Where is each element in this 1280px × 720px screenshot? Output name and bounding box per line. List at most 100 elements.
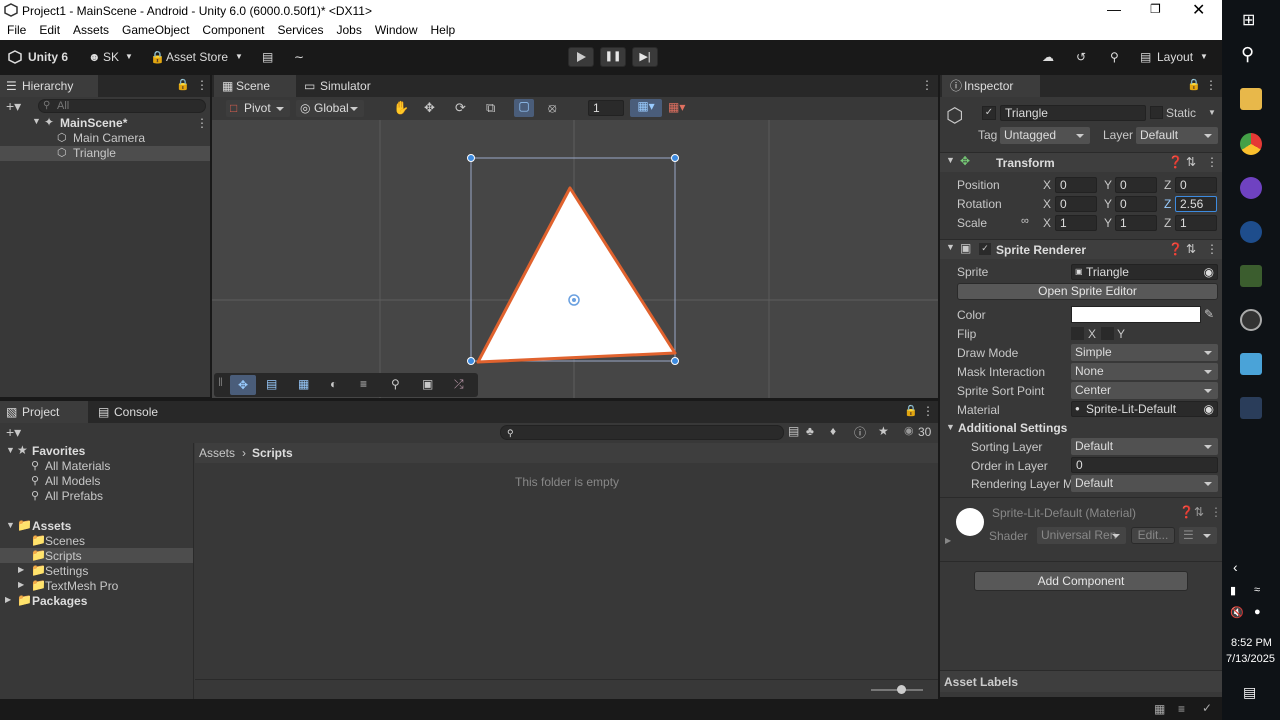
chevron-down-icon[interactable]: ▼ (6, 520, 15, 530)
lock-icon[interactable]: 🔒 (176, 78, 190, 91)
mw-app-icon[interactable] (1240, 265, 1262, 287)
folder-item[interactable]: Scripts (45, 549, 82, 563)
more-icon[interactable]: ⋮ (922, 404, 934, 418)
open-sprite-editor-button[interactable]: Open Sprite Editor (957, 283, 1218, 300)
rotation-z[interactable]: 2.56 (1175, 196, 1217, 212)
wifi-icon[interactable]: ≈ (1254, 584, 1260, 596)
email-icon[interactable] (1240, 221, 1262, 243)
file-explorer-icon[interactable] (1240, 88, 1262, 110)
flip-y-checkbox[interactable] (1101, 327, 1114, 340)
layers-icon[interactable]: ≡ (360, 377, 367, 391)
close-icon[interactable]: ✕ (1192, 0, 1205, 20)
flip-x-checkbox[interactable] (1071, 327, 1084, 340)
color-swatch[interactable] (1071, 306, 1201, 323)
chevron-down-icon[interactable]: ▼ (6, 445, 15, 455)
menu-edit[interactable]: Edit (32, 21, 66, 37)
tools-icon[interactable]: ▤ (266, 377, 277, 391)
mic-icon[interactable]: ● (1254, 606, 1261, 618)
menu-component[interactable]: Component (195, 21, 270, 37)
preset-icon[interactable]: ⇅ (1186, 242, 1196, 256)
more-icon[interactable]: ⋮ (1210, 505, 1222, 519)
folder-item[interactable]: Settings (45, 564, 88, 578)
chevron-right-icon[interactable]: ▶ (18, 580, 24, 589)
star-icon[interactable]: ★ (878, 424, 889, 438)
draw-mode-dropdown[interactable]: Simple (1071, 344, 1218, 361)
minimize-icon[interactable]: — (1107, 1, 1121, 17)
menu-services[interactable]: Services (270, 21, 329, 37)
assets-folder[interactable]: Assets (32, 519, 71, 533)
position-x[interactable]: 0 (1055, 177, 1097, 193)
account-icon[interactable]: ☻ (88, 48, 101, 66)
tab-console[interactable]: ▤ Console (92, 401, 182, 423)
chevron-left-icon[interactable]: ‹ (1233, 559, 1238, 575)
chevron-down-icon[interactable]: ▼ (1208, 108, 1216, 117)
scene-row[interactable]: ▼ ✦ MainScene* ⋮ (0, 115, 210, 131)
menu-jobs[interactable]: Jobs (329, 21, 367, 37)
folder-item[interactable]: Scenes (45, 534, 85, 548)
folder-item[interactable]: TextMesh Pro (45, 579, 118, 593)
edit-shader-button[interactable]: Edit... (1131, 527, 1175, 544)
transform-tool-icon[interactable]: ⦻ (548, 100, 557, 116)
static-checkbox[interactable] (1150, 106, 1163, 119)
global-dropdown[interactable]: ◎ Global (296, 100, 364, 117)
triangle-sprite[interactable] (476, 186, 677, 364)
help-icon[interactable]: ❓ (1168, 242, 1183, 256)
camera-icon[interactable]: ▣ (422, 377, 433, 391)
info-icon[interactable]: ⓘ (854, 424, 866, 441)
rotate-tool-icon[interactable]: ⟳ (455, 100, 466, 116)
shading-icon[interactable]: ◐ (330, 377, 337, 391)
shuffle-icon[interactable]: ⤮ (454, 377, 464, 392)
tab-project[interactable]: ▧ Project (0, 401, 88, 423)
step-button[interactable]: ▶| (632, 47, 658, 67)
position-z[interactable]: 0 (1175, 177, 1217, 193)
chevron-right-icon[interactable]: ▶ (18, 565, 24, 574)
battery-icon[interactable]: ▮ (1230, 584, 1236, 597)
grid-icon[interactable]: ▦ (298, 377, 309, 391)
list-item[interactable]: ⬡ Triangle (0, 146, 210, 161)
more-icon[interactable]: ⋮ (921, 78, 933, 92)
sorting-layer-dropdown[interactable]: Default (1071, 438, 1218, 455)
menu-file[interactable]: File (0, 21, 32, 37)
scale-x[interactable]: 1 (1055, 215, 1097, 231)
asset-labels-bar[interactable]: Asset Labels (940, 670, 1222, 692)
tab-scene[interactable]: ▦ Scene (214, 75, 296, 97)
grid-snap-icon[interactable]: ▦▾ (668, 100, 685, 114)
eye-icon[interactable]: ◉ (904, 424, 914, 437)
check-icon[interactable]: ✓ (1202, 701, 1212, 715)
hierarchy-search-input[interactable]: ⚲ All (38, 99, 206, 113)
grid-snap-input[interactable]: 1 (588, 100, 624, 116)
help-icon[interactable]: ❓ (1168, 155, 1183, 169)
scale-y[interactable]: 1 (1115, 215, 1157, 231)
rotation-y[interactable]: 0 (1115, 196, 1157, 212)
drag-handle-icon[interactable]: ‖ (218, 375, 223, 389)
eyedropper-icon[interactable]: ✎ (1204, 307, 1214, 321)
transform-header[interactable]: ▼ ✥ Transform ❓ ⇅ ⋮ (940, 152, 1222, 172)
more-icon[interactable]: ⋮ (1206, 155, 1218, 169)
sort-point-dropdown[interactable]: Center (1071, 382, 1218, 399)
rendering-layer-dropdown[interactable]: Default (1071, 475, 1218, 492)
menu-help[interactable]: Help (424, 21, 462, 37)
account-button[interactable]: SK (103, 48, 119, 66)
shader-options-dropdown[interactable]: ☰ (1179, 527, 1217, 544)
chrome-icon[interactable] (1240, 133, 1262, 155)
hand-tool-icon[interactable]: ✋ (393, 100, 409, 116)
target-icon[interactable]: ◉ (1204, 265, 1214, 279)
label-icon[interactable]: ♦ (830, 424, 836, 438)
mask-dropdown[interactable]: None (1071, 363, 1218, 380)
scale-z[interactable]: 1 (1175, 215, 1217, 231)
version-control-icon[interactable]: ∼ (294, 48, 304, 66)
more-icon[interactable]: ⋮ (196, 78, 208, 92)
pause-button[interactable]: ❚❚ (600, 47, 626, 67)
pivot-dropdown[interactable]: □ Pivot (226, 100, 290, 117)
scene-canvas[interactable] (212, 120, 938, 398)
rect-tool-icon[interactable]: ▢ (514, 99, 534, 117)
layers-icon[interactable]: ≡ (1178, 702, 1185, 716)
active-checkbox[interactable]: ✓ (982, 106, 996, 120)
move-tool-icon[interactable]: ✥ (230, 375, 256, 395)
scale-tool-icon[interactable]: ⧉ (486, 100, 495, 116)
enabled-checkbox[interactable]: ✓ (979, 243, 991, 255)
favorite-item[interactable]: All Prefabs (45, 489, 103, 503)
mute-icon[interactable]: 🔇 (1230, 606, 1244, 619)
asset-store-button[interactable]: Asset Store (166, 48, 228, 66)
project-search-input[interactable]: ⚲ (500, 425, 784, 440)
